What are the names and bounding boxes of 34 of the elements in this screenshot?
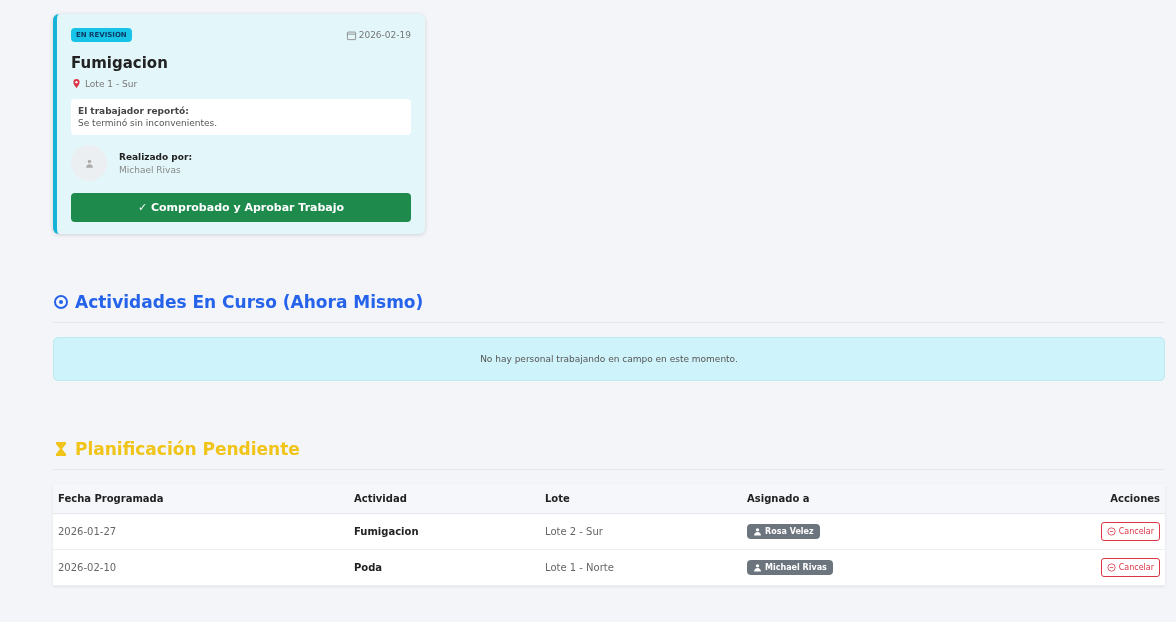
- card-date: 2026-02-19: [358, 30, 411, 40]
- person-icon: [83, 157, 95, 169]
- assignee-name: Rosa Velez: [765, 527, 814, 536]
- approve-button[interactable]: ✓ Comprobado y Aprobar Trabajo: [71, 193, 411, 222]
- report-label: El trabajador reportó:: [78, 106, 190, 116]
- info-alert: No hay personal trabajando en campo en este momento.: [53, 337, 1165, 381]
- person-icon: [753, 563, 763, 572]
- section-title: Planificación Pendiente: [75, 439, 300, 459]
- cancel-icon: [1106, 527, 1116, 536]
- done-by-label: Realizado por:: [119, 151, 192, 162]
- column-header: Actividad: [348, 484, 540, 514]
- column-header: Asignado a: [742, 484, 988, 514]
- table-cell: Lote 1 - Norte: [540, 549, 743, 586]
- card-title: Fumigacion: [71, 54, 169, 72]
- person-icon: [753, 527, 763, 536]
- cancel-button[interactable]: Cancelar: [1100, 522, 1160, 541]
- column-header: Fecha Programada: [53, 484, 349, 514]
- table-cell: 2026-01-27: [53, 513, 349, 550]
- table-cell: 2026-02-10: [53, 549, 349, 586]
- section-title: Actividades En Curso (Ahora Mismo): [75, 292, 424, 312]
- map-pin-icon: [71, 78, 82, 89]
- cancel-icon: [1106, 563, 1116, 572]
- assignee-name: Michael Rivas: [765, 563, 827, 572]
- done-by-name: Michael Rivas: [119, 164, 182, 175]
- table-cell: Lote 2 - Sur: [540, 513, 743, 550]
- report-text: Se terminó sin inconvenientes.: [78, 118, 219, 128]
- hourglass-icon: [53, 441, 69, 457]
- table-cell: Fumigacion: [348, 513, 540, 550]
- calendar-icon: [345, 29, 357, 41]
- table-cell: Poda: [348, 549, 540, 586]
- column-header: Lote: [540, 484, 743, 514]
- location-text: Lote 1 - Sur: [85, 78, 138, 89]
- column-header: Acciones: [987, 484, 1165, 514]
- cancel-button[interactable]: Cancelar: [1100, 558, 1160, 577]
